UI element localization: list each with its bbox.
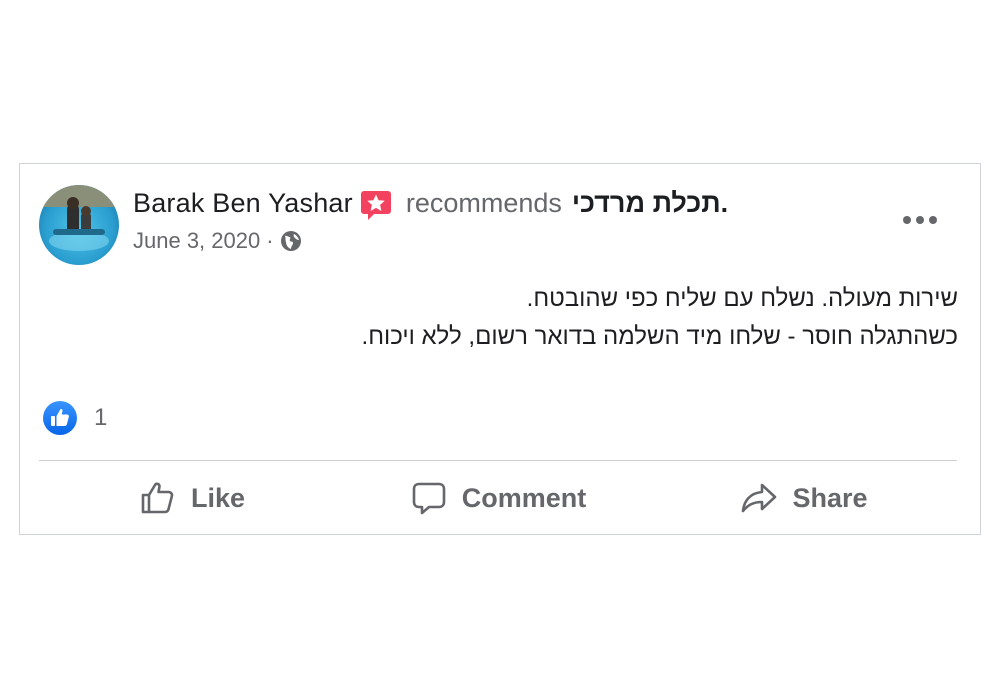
recommend-star-icon [360,189,392,221]
like-label: Like [190,482,246,513]
share-button[interactable]: Share [651,470,957,526]
page-name-text[interactable]: תכלת מרדכי [572,188,721,218]
like-button[interactable]: Like [39,470,345,526]
post-meta: June 3, 2020 · [133,228,302,254]
recommends-text: recommends [405,187,562,218]
globe-icon[interactable] [280,230,302,252]
post-body: שירות מעולה. נשלח עם שליח כפי שהובטח. כש… [78,280,958,356]
author-name[interactable]: Barak Ben Yashar [133,188,353,219]
post-date[interactable]: June 3, 2020 [133,228,260,254]
post-body-line-1: שירות מעולה. נשלח עם שליח כפי שהובטח. [526,285,958,312]
author-line: Barak Ben Yashar recommends תכלת מרדכי. [133,184,728,222]
share-arrow-icon [742,483,777,513]
comment-button[interactable]: Comment [345,470,651,526]
avatar[interactable] [39,185,119,265]
post-actions: Like Comment Share [39,470,957,526]
page-name[interactable]: תכלת מרדכי. [572,188,728,219]
meta-separator: · [266,228,274,253]
divider [39,460,957,461]
share-label: Share [792,482,868,513]
more-options-icon[interactable] [900,208,940,232]
reactions-summary[interactable]: 1 [42,400,107,436]
like-reaction-icon [42,400,78,436]
post-card: Barak Ben Yashar recommends תכלת מרדכי. … [19,163,981,535]
thumbs-up-icon [141,482,174,514]
page-name-suffix: . [720,187,729,218]
comment-label: Comment [461,482,587,513]
reaction-count[interactable]: 1 [94,404,107,432]
post-body-line-2: כשהתגלה חוסר - שלחו מיד השלמה בדואר רשום… [361,323,958,350]
comment-bubble-icon [412,482,446,515]
